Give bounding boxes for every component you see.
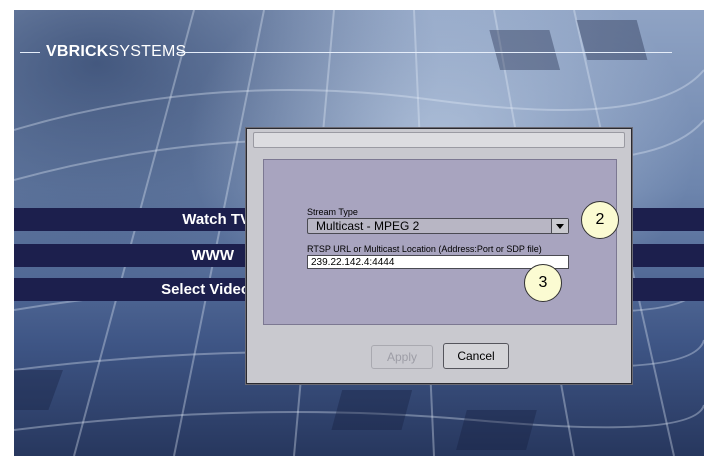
apply-button[interactable]: Apply xyxy=(371,345,433,369)
location-label: RTSP URL or Multicast Location (Address:… xyxy=(307,244,542,254)
stream-type-value: Multicast - MPEG 2 xyxy=(316,219,420,233)
location-input[interactable]: 239.22.142.4:4444 xyxy=(307,255,569,269)
callout-marker: 2 xyxy=(581,201,619,239)
menu-item-label: WWW xyxy=(191,247,234,264)
brand-rule-right xyxy=(177,52,672,53)
stream-settings-dialog: Stream Type Multicast - MPEG 2 RTSP URL … xyxy=(246,128,632,384)
vbrick-logo: VBRICKSYSTEMS xyxy=(46,43,186,61)
stream-type-select[interactable]: Multicast - MPEG 2 xyxy=(307,218,569,234)
menu-item-label: Watch TV xyxy=(182,211,250,228)
location-input-value: 239.22.142.4:4444 xyxy=(311,257,395,268)
cancel-button[interactable]: Cancel xyxy=(443,343,509,369)
settings-panel xyxy=(263,159,617,325)
stream-type-label: Stream Type xyxy=(307,207,358,217)
brand-bold-text: VBRICK xyxy=(46,43,109,60)
brand-rule-left xyxy=(20,52,40,53)
chevron-down-icon[interactable] xyxy=(551,219,568,233)
menu-item-label: Select Video xyxy=(161,281,250,298)
brand-rest-text: SYSTEMS xyxy=(108,43,187,60)
dialog-header xyxy=(253,132,625,148)
callout-marker: 3 xyxy=(524,264,562,302)
